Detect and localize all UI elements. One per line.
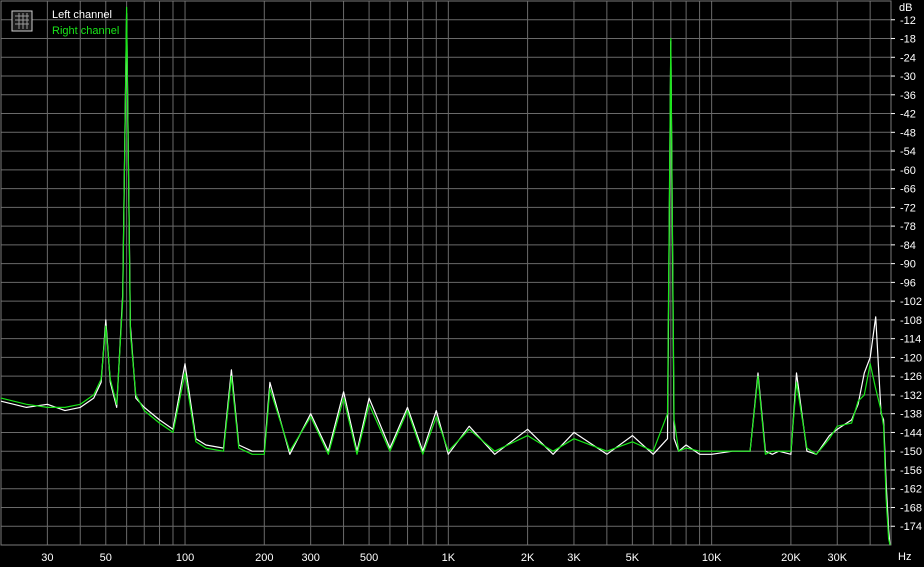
y-tick-label: -102 <box>900 296 922 308</box>
x-tick-label: 1K <box>442 552 456 564</box>
spectrum-chart: -12 -18 -24 -30 -36 -42 -48 -54 -60 -66 -72 -78 -84 -… <box>0 0 924 567</box>
y-tick-label: -168 <box>900 502 922 514</box>
y-tick-label: -96 <box>900 277 916 289</box>
y-tick-label: -90 <box>900 259 916 271</box>
x-axis-unit: Hz <box>898 551 911 563</box>
x-tick-label: 500 <box>360 552 378 564</box>
x-tick-label: 10K <box>702 552 722 564</box>
legend-label-right-channel: Right channel <box>52 25 119 37</box>
x-tick-label: 50 <box>100 552 112 564</box>
y-axis-unit: dB <box>899 2 912 14</box>
x-tick-label: 5K <box>626 552 640 564</box>
y-tick-label: -30 <box>900 71 916 83</box>
y-tick-label: -48 <box>900 127 916 139</box>
x-tick-label: 30K <box>827 552 847 564</box>
y-tick-label: -174 <box>900 521 922 533</box>
x-tick-label: 20K <box>781 552 801 564</box>
x-tick-label: 300 <box>301 552 319 564</box>
y-tick-label: -60 <box>900 165 916 177</box>
x-tick-label: 200 <box>255 552 273 564</box>
y-tick-label: -132 <box>900 390 922 402</box>
plot-background <box>0 0 924 567</box>
legend-toggle-icon[interactable] <box>11 10 33 32</box>
y-tick-label: -150 <box>900 446 922 458</box>
x-tick-label: 30 <box>41 552 53 564</box>
x-tick-label: 3K <box>567 552 581 564</box>
legend-label-left-channel: Left channel <box>52 9 112 21</box>
y-tick-label: -42 <box>900 109 916 121</box>
y-tick-label: -114 <box>900 334 921 346</box>
y-tick-label: -72 <box>900 202 916 214</box>
y-tick-label: -126 <box>900 371 922 383</box>
y-tick-label: -12 <box>900 15 916 27</box>
y-tick-label: -138 <box>900 409 922 421</box>
y-tick-label: -66 <box>900 184 916 196</box>
y-tick-label: -78 <box>900 221 916 233</box>
y-tick-label: -24 <box>900 52 916 64</box>
y-tick-label: -108 <box>900 315 922 327</box>
y-tick-label: -120 <box>900 352 922 364</box>
y-tick-label: -84 <box>900 240 916 252</box>
y-tick-label: -162 <box>900 484 922 496</box>
x-tick-label: 100 <box>176 552 194 564</box>
y-tick-label: -144 <box>900 427 922 439</box>
y-tick-label: -36 <box>900 90 916 102</box>
y-tick-label: -54 <box>900 146 916 158</box>
y-tick-label: -18 <box>900 34 916 46</box>
y-tick-label: -156 <box>900 465 922 477</box>
x-tick-label: 2K <box>521 552 535 564</box>
